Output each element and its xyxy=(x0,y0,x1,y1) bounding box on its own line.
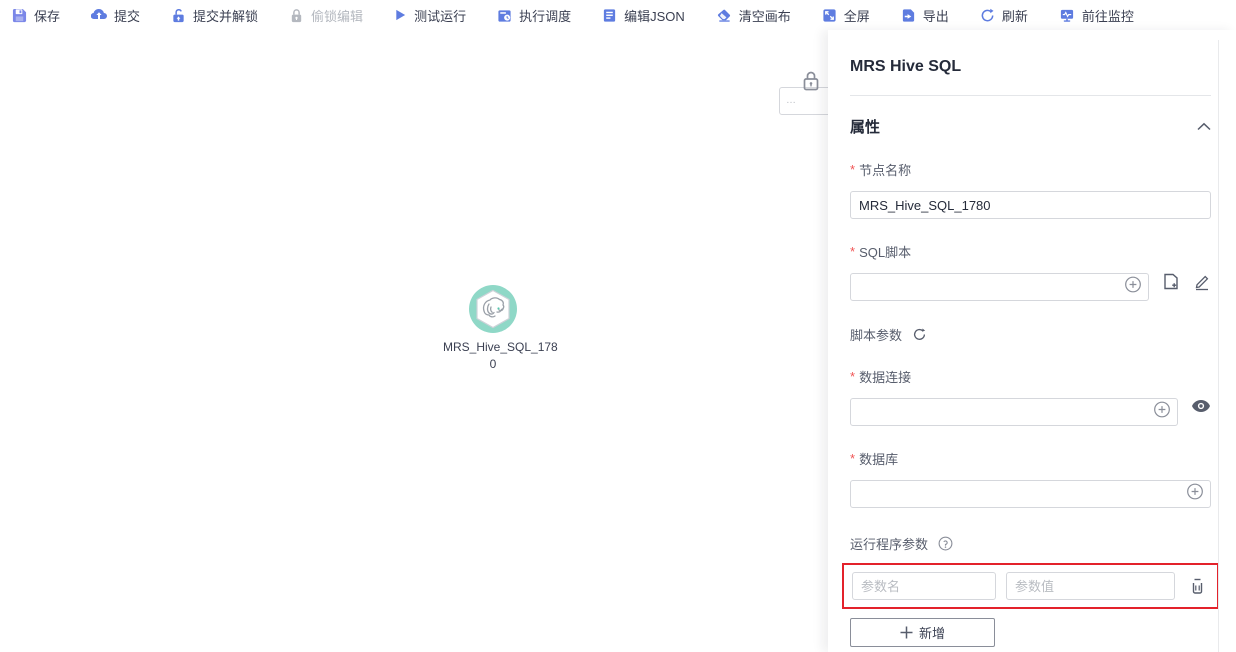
play-icon xyxy=(394,8,407,22)
properties-panel: MRS Hive SQL 属性 * 节点名称 * SQL脚本 xyxy=(828,30,1236,652)
test-run-label: 测试运行 xyxy=(414,6,466,25)
job-canvas[interactable]: … MRS_Hive_SQL_178 0 xyxy=(0,30,828,652)
go-to-monitor-label: 前往监控 xyxy=(1082,6,1134,25)
node-label-line1: MRS_Hive_SQL_178 xyxy=(443,339,543,356)
node-label: MRS_Hive_SQL_178 0 xyxy=(443,339,543,373)
sql-script-label: * SQL脚本 xyxy=(850,242,1211,261)
clear-canvas-label: 清空画布 xyxy=(739,6,791,25)
refresh-label: 刷新 xyxy=(1002,6,1028,25)
sql-script-input[interactable] xyxy=(850,273,1149,301)
calendar-clock-icon xyxy=(497,8,512,23)
panel-title: MRS Hive SQL xyxy=(850,58,1211,76)
edit-script-icon[interactable] xyxy=(1193,272,1211,291)
data-connection-label-text: 数据连接 xyxy=(859,367,911,386)
clear-canvas-button[interactable]: 清空画布 xyxy=(716,6,791,25)
toolbar: 保存 提交 提交并解锁 偷锁编辑 测试运行 执行调度 编辑JSON 清空画布 全… xyxy=(0,0,1236,30)
fullscreen-icon xyxy=(822,8,837,23)
required-marker: * xyxy=(850,162,855,177)
node-label-line2: 0 xyxy=(443,356,543,373)
node-name-label: * 节点名称 xyxy=(850,160,1211,179)
node-name-input[interactable] xyxy=(850,191,1211,219)
eraser-icon xyxy=(716,8,732,23)
hive-node-icon[interactable] xyxy=(469,285,517,333)
script-params-label: 脚本参数 xyxy=(850,325,902,344)
script-params-refresh-icon[interactable] xyxy=(912,327,927,342)
required-marker: * xyxy=(850,451,855,466)
new-script-icon[interactable] xyxy=(1162,272,1180,291)
data-connection-label: * 数据连接 xyxy=(850,367,1211,386)
plus-icon xyxy=(900,626,913,639)
save-button[interactable]: 保存 xyxy=(12,6,60,25)
node-name-label-text: 节点名称 xyxy=(859,160,911,179)
add-param-label: 新增 xyxy=(919,623,945,642)
test-run-button[interactable]: 测试运行 xyxy=(394,6,466,25)
export-button[interactable]: 导出 xyxy=(901,6,949,25)
export-icon xyxy=(901,8,916,23)
fullscreen-label: 全屏 xyxy=(844,6,870,25)
steal-lock-label: 偷锁编辑 xyxy=(311,6,363,25)
save-label: 保存 xyxy=(34,6,60,25)
panel-divider xyxy=(850,95,1211,96)
data-connection-select-icon[interactable] xyxy=(1153,401,1171,424)
lock-icon xyxy=(289,8,304,23)
export-label: 导出 xyxy=(923,6,949,25)
help-icon[interactable] xyxy=(938,536,953,551)
schedule-label: 执行调度 xyxy=(519,6,571,25)
json-doc-icon xyxy=(602,8,617,23)
schedule-button[interactable]: 执行调度 xyxy=(497,6,571,25)
fullscreen-button[interactable]: 全屏 xyxy=(822,6,870,25)
monitor-icon xyxy=(1059,8,1075,23)
submit-label: 提交 xyxy=(114,6,140,25)
add-param-button[interactable]: 新增 xyxy=(850,618,995,647)
cloud-upload-icon xyxy=(91,7,107,23)
save-icon xyxy=(12,8,27,23)
properties-section-header[interactable]: 属性 xyxy=(850,116,1211,137)
properties-section-title: 属性 xyxy=(850,116,880,137)
sql-script-select-icon[interactable] xyxy=(1124,276,1142,299)
canvas-lock-icon xyxy=(801,70,821,97)
mrs-hive-sql-node[interactable]: MRS_Hive_SQL_178 0 xyxy=(443,285,543,373)
panel-scrollbar[interactable] xyxy=(1218,40,1219,652)
database-input[interactable] xyxy=(850,480,1211,508)
chevron-up-icon[interactable] xyxy=(1197,122,1211,131)
refresh-button[interactable]: 刷新 xyxy=(980,6,1028,25)
param-value-input[interactable] xyxy=(1006,572,1175,600)
submit-unlock-label: 提交并解锁 xyxy=(193,6,258,25)
required-marker: * xyxy=(850,244,855,259)
program-params-label: 运行程序参数 xyxy=(850,534,928,553)
refresh-icon xyxy=(980,8,995,23)
param-name-input[interactable] xyxy=(852,572,996,600)
edit-json-label: 编辑JSON xyxy=(624,6,685,25)
view-connection-eye-icon[interactable] xyxy=(1191,399,1211,413)
go-to-monitor-button[interactable]: 前往监控 xyxy=(1059,6,1134,25)
required-marker: * xyxy=(850,369,855,384)
submit-button[interactable]: 提交 xyxy=(91,6,140,25)
unlock-icon xyxy=(171,8,186,23)
database-label-text: 数据库 xyxy=(859,449,898,468)
program-params-highlighted-row xyxy=(842,563,1219,609)
delete-param-trash-icon[interactable] xyxy=(1189,577,1206,596)
submit-unlock-button[interactable]: 提交并解锁 xyxy=(171,6,258,25)
edit-json-button[interactable]: 编辑JSON xyxy=(602,6,685,25)
database-label: * 数据库 xyxy=(850,449,1211,468)
steal-lock-button[interactable]: 偷锁编辑 xyxy=(289,6,363,25)
database-select-icon[interactable] xyxy=(1186,483,1204,506)
data-connection-input[interactable] xyxy=(850,398,1178,426)
sql-script-label-text: SQL脚本 xyxy=(859,242,911,261)
